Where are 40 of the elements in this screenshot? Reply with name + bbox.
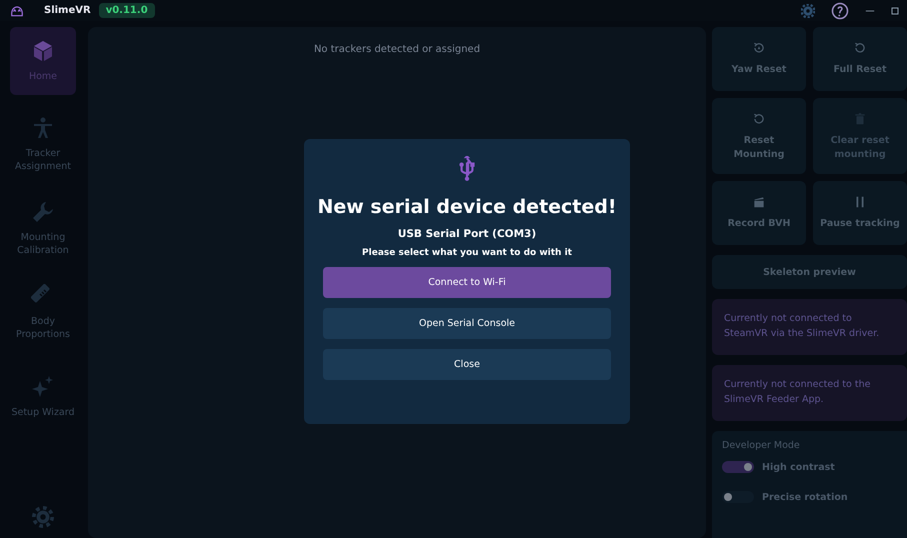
action-button[interactable]: Full Reset [813,27,907,91]
toggle-label: Precise rotation [762,492,848,502]
warning-card: Currently not connected to SteamVR via the SlimeVR driver. [712,299,907,355]
action-button[interactable]: Yaw Reset [712,27,806,91]
action-button[interactable]: Reset Mounting [712,98,806,174]
settings-icon [32,506,54,528]
action-button[interactable]: Record BVH [712,181,806,245]
dialog-button[interactable]: Open Serial Console [323,308,611,339]
status-message: No trackers detected or assigned [314,44,480,57]
clapperboard-icon [752,194,766,209]
nav-item[interactable]: Home [10,27,76,95]
nav-item[interactable]: Body Proportions [10,279,76,347]
skeleton-preview-button[interactable]: Skeleton preview [712,255,907,289]
device-name: USB Serial Port (COM3) [398,228,536,240]
reset-icon [853,40,867,55]
section-title: Developer Mode [722,440,801,451]
person-icon [31,116,55,140]
settings-icon [801,4,815,18]
action-button[interactable]: Pause tracking [813,181,907,245]
maximize-icon [891,6,899,14]
warning-card: Currently not connected to the SlimeVR Feeder App. [712,365,907,421]
dialog-prompt: Please select what you want to do with it [362,248,572,258]
dialog-button[interactable]: Connect to Wi-Fi [323,267,611,298]
nav-item[interactable]: Mounting Calibration [10,195,76,263]
toggle-switch[interactable] [722,461,754,473]
yaw-reset-icon [752,40,766,55]
toggle-switch[interactable] [722,491,754,503]
wrench-icon [31,200,55,224]
toggle-label: High contrast [762,462,835,472]
app-name: SlimeVR [44,5,91,16]
dialog-title: New serial device detected! [317,196,617,218]
dialog-button[interactable]: Close [323,349,611,380]
version-badge: v0.11.0 [98,3,155,18]
nav-item[interactable]: Setup Wizard [10,363,76,431]
help-icon [831,2,849,20]
reset-icon [752,112,766,126]
trash-icon [853,112,867,126]
sparkles-icon [31,374,55,399]
cube-icon [31,38,55,63]
nav-item[interactable]: Tracker Assignment [10,111,76,179]
